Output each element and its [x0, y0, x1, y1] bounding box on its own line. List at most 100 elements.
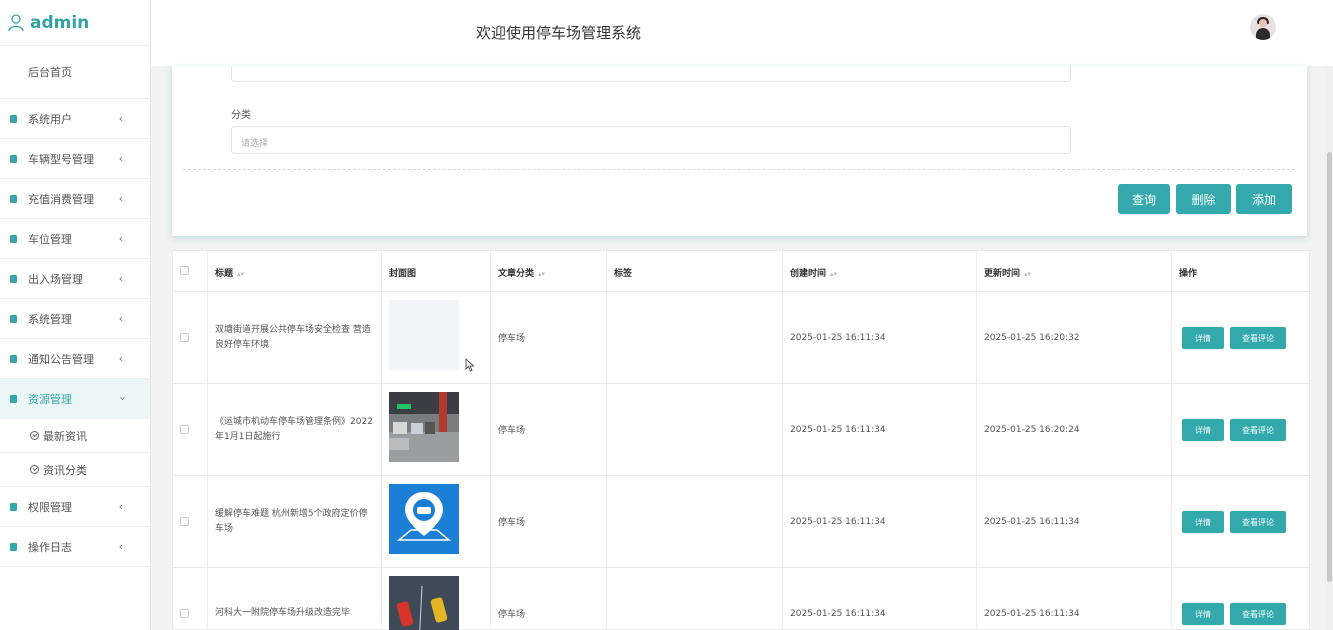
chevron-left-icon: ‹ [118, 192, 123, 205]
document-icon [10, 314, 17, 323]
header-category[interactable]: 文章分类 ▴▾ [491, 251, 607, 292]
view-comments-button[interactable]: 查看评论 [1230, 327, 1286, 349]
sidebar-item-vehicle-models[interactable]: 车辆型号管理 ‹ [0, 139, 150, 179]
chevron-left-icon: ‹ [118, 272, 123, 285]
sidebar-item-label: 出入场管理 [28, 272, 83, 286]
delete-button[interactable]: 删除 [1176, 184, 1231, 214]
sidebar-item-home[interactable]: 后台首页 [0, 46, 150, 99]
row-checkbox[interactable] [180, 425, 189, 434]
document-icon [10, 542, 17, 551]
submenu-item-news-category[interactable]: 资讯分类 [0, 453, 150, 487]
chevron-left-icon: ‹ [118, 152, 123, 165]
page-scrollbar[interactable] [1325, 66, 1333, 630]
sidebar-item-label: 通知公告管理 [28, 352, 94, 366]
scrollbar-thumb[interactable] [1327, 152, 1332, 582]
check-circle-icon [30, 431, 39, 440]
header-updated-label: 更新时间 [984, 269, 1021, 279]
view-comments-button[interactable]: 查看评论 [1230, 419, 1286, 441]
row-category: 停车场 [491, 568, 607, 630]
detail-button[interactable]: 详情 [1182, 419, 1224, 441]
table-header: 标题 ▴▾ 封面图 文章分类 ▴▾ 标签 创建时间 ▴▾ 更新时间 ▴▾ 操作 [173, 251, 1311, 292]
table-row: 缓解停车难题 杭州新增5个政府定价停车场 停车场 2025-01-25 16:1… [173, 476, 1311, 568]
header-cover: 封面图 [382, 251, 491, 292]
parking-location-image [389, 484, 459, 554]
row-created: 2025-01-25 16:11:34 [783, 292, 977, 383]
cover-image-placeholder [389, 300, 459, 370]
row-updated: 2025-01-25 16:20:24 [977, 384, 1172, 475]
page-title: 欢迎使用停车场管理系统 [476, 24, 642, 42]
row-checkbox[interactable] [180, 609, 189, 618]
sidebar-item-label: 充值消费管理 [28, 192, 94, 206]
header-created[interactable]: 创建时间 ▴▾ [783, 251, 977, 292]
divider [183, 169, 1295, 170]
title-search-input[interactable] [231, 66, 1071, 82]
sort-icon[interactable]: ▴▾ [538, 270, 545, 278]
chevron-left-icon: ‹ [118, 112, 123, 125]
sidebar-item-label: 系统管理 [28, 312, 72, 326]
select-all-checkbox[interactable] [180, 266, 189, 275]
sidebar-item-permissions[interactable]: 权限管理 ‹ [0, 487, 150, 527]
sidebar-item-system-management[interactable]: 系统管理 ‹ [0, 299, 150, 339]
table-row: 双塘街道开展公共停车场安全检查 营造良好停车环境 停车场 2025-01-25 … [173, 292, 1311, 384]
row-created: 2025-01-25 16:11:34 [783, 384, 977, 475]
check-circle-icon [30, 465, 39, 474]
header-title-label: 标题 [215, 269, 234, 279]
row-updated: 2025-01-25 16:20:32 [977, 292, 1172, 383]
row-checkbox[interactable] [180, 517, 189, 526]
mouse-cursor-icon [465, 358, 475, 372]
sidebar-item-resources[interactable]: 资源管理 ‹ [0, 379, 150, 419]
row-tags [607, 476, 783, 567]
header-select-cell [173, 251, 208, 292]
sidebar-item-system-users[interactable]: 系统用户 ‹ [0, 99, 150, 139]
chevron-left-icon: ‹ [118, 352, 123, 365]
table-row: 河科大一附院停车场升级改造完毕 停车场 2025-01-25 16:11:34 … [173, 568, 1311, 630]
row-created: 2025-01-25 16:11:34 [783, 476, 977, 567]
sidebar-item-entry-exit[interactable]: 出入场管理 ‹ [0, 259, 150, 299]
header-title[interactable]: 标题 ▴▾ [208, 251, 382, 292]
sidebar-brand: admin [0, 0, 150, 46]
document-icon [10, 194, 17, 203]
sidebar-item-notices[interactable]: 通知公告管理 ‹ [0, 339, 150, 379]
document-icon [10, 274, 17, 283]
sort-icon[interactable]: ▴▾ [237, 270, 244, 278]
submenu-item-latest-news[interactable]: 最新资讯 [0, 419, 150, 453]
sidebar-item-label: 操作日志 [28, 540, 72, 554]
header-cover-label: 封面图 [389, 269, 417, 279]
parked-cars-image [389, 576, 459, 630]
news-table: 标题 ▴▾ 封面图 文章分类 ▴▾ 标签 创建时间 ▴▾ 更新时间 ▴▾ 操作 双塘街道… [172, 250, 1311, 630]
submenu-item-label: 最新资讯 [43, 429, 87, 443]
sidebar-item-label: 车位管理 [28, 232, 72, 246]
header-updated[interactable]: 更新时间 ▴▾ [977, 251, 1172, 292]
sidebar-item-recharge[interactable]: 充值消费管理 ‹ [0, 179, 150, 219]
detail-button[interactable]: 详情 [1182, 327, 1224, 349]
row-category: 停车场 [491, 292, 607, 383]
add-button[interactable]: 添加 [1236, 184, 1292, 214]
avatar[interactable] [1250, 14, 1276, 40]
header-category-label: 文章分类 [498, 269, 535, 279]
header-actions-label: 操作 [1179, 269, 1198, 279]
row-created: 2025-01-25 16:11:34 [783, 568, 977, 630]
document-icon [10, 114, 17, 123]
chevron-down-icon: ‹ [115, 396, 129, 401]
detail-button[interactable]: 详情 [1182, 603, 1224, 625]
sort-icon[interactable]: ▴▾ [1024, 270, 1031, 278]
view-comments-button[interactable]: 查看评论 [1230, 511, 1286, 533]
document-icon [10, 502, 17, 511]
top-header: 欢迎使用停车场管理系统 [151, 0, 1333, 66]
sidebar-item-parking-spaces[interactable]: 车位管理 ‹ [0, 219, 150, 259]
header-actions: 操作 [1172, 251, 1311, 292]
search-panel: 分类 请选择 查询 删除 添加 [172, 66, 1307, 236]
sort-icon[interactable]: ▴▾ [830, 270, 837, 278]
row-checkbox[interactable] [180, 333, 189, 342]
chevron-left-icon: ‹ [118, 312, 123, 325]
row-updated: 2025-01-25 16:11:34 [977, 476, 1172, 567]
view-comments-button[interactable]: 查看评论 [1230, 603, 1286, 625]
row-tags [607, 568, 783, 630]
sidebar-item-operation-logs[interactable]: 操作日志 ‹ [0, 527, 150, 567]
detail-button[interactable]: 详情 [1182, 511, 1224, 533]
query-button[interactable]: 查询 [1118, 184, 1170, 214]
sidebar: admin 后台首页 系统用户 ‹ 车辆型号管理 ‹ 充值消费管理 ‹ 车位管理… [0, 0, 151, 630]
row-category: 停车场 [491, 384, 607, 475]
document-icon [10, 234, 17, 243]
category-select[interactable]: 请选择 [231, 126, 1071, 154]
